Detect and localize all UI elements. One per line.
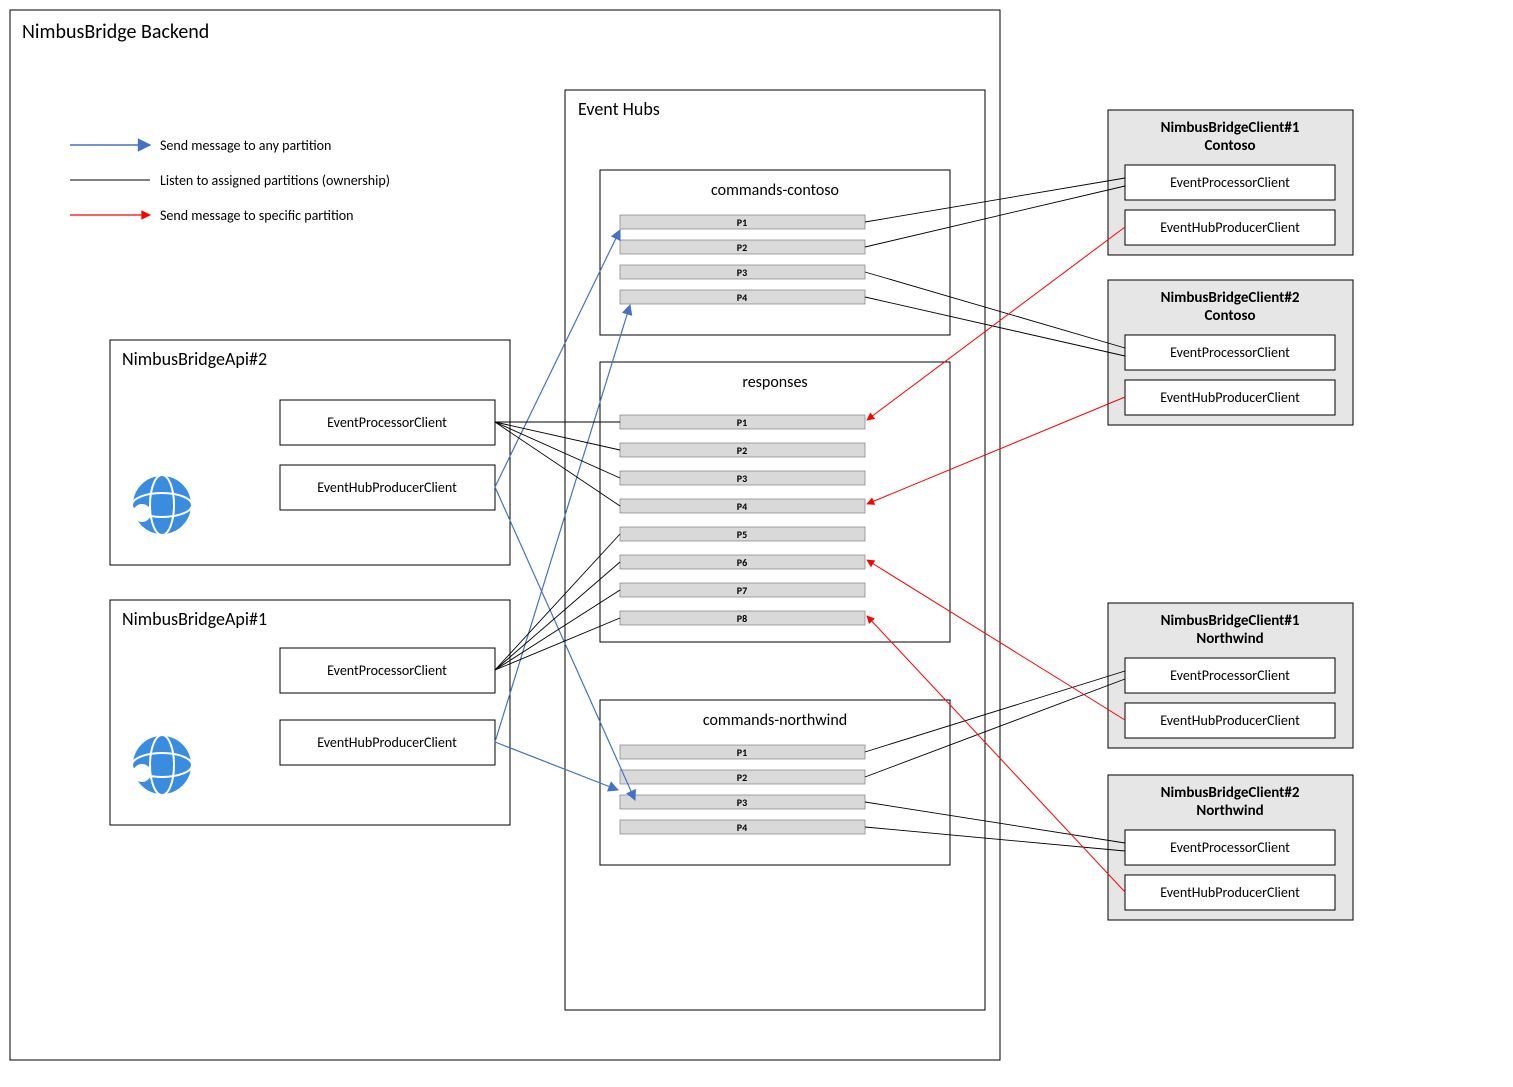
api1-title: NimbusBridgeApi#1 [122,608,267,630]
client1-contoso-title1: NimbusBridgeClient#1 [1161,119,1300,137]
api1-producer-label: EventHubProducerClient [317,734,457,751]
hub-responses: responses P1 P2 P3 P4 P5 P6 P7 P8 [600,362,950,642]
partition-r-p3-label: P3 [737,472,747,485]
line-api2-producer-to-contoso [495,230,620,487]
line-c1c-prod-p1 [867,227,1125,420]
api2-processor-label: EventProcessorClient [327,414,447,431]
line-cn-p3-c2 [865,802,1125,843]
partition-r-p1-label: P1 [737,416,747,429]
client1-northwind-title2: Northwind [1196,630,1263,648]
api1-processor-label: EventProcessorClient [327,662,447,679]
client2-contoso-title2: Contoso [1204,307,1255,325]
client2-contoso-box: NimbusBridgeClient#2 Contoso EventProces… [1108,280,1353,425]
partition-cn-p1-label: P1 [737,746,747,759]
hub-commands-northwind: commands-northwind P1 P2 P3 P4 [600,700,950,865]
client1-contoso-box: NimbusBridgeClient#1 Contoso EventProces… [1108,110,1353,255]
legend-blue-label: Send message to any partition [160,137,331,154]
partition-cc-p2-label: P2 [737,241,747,254]
client2-contoso-title1: NimbusBridgeClient#2 [1161,289,1300,307]
client1-northwind-title1: NimbusBridgeClient#1 [1161,612,1300,630]
client2-northwind-title1: NimbusBridgeClient#2 [1161,784,1300,802]
client1-contoso-processor-label: EventProcessorClient [1170,174,1290,191]
client1-contoso-producer-label: EventHubProducerClient [1160,219,1300,236]
line-cn-p1-c1 [865,671,1125,752]
client1-northwind-box: NimbusBridgeClient#1 Northwind EventProc… [1108,603,1353,748]
line-api2-proc-p4 [495,422,620,506]
partition-cn-p3-label: P3 [737,796,747,809]
client1-contoso-title2: Contoso [1204,137,1255,155]
globe-icon [132,475,192,535]
line-cn-p4-c2 [865,827,1125,851]
partition-cn-p4-label: P4 [737,821,747,834]
partition-r-p6-label: P6 [737,556,747,569]
hub-responses-title: responses [742,373,807,392]
line-api1-producer-to-contoso [495,305,630,742]
backend-title: NimbusBridge Backend [22,20,209,44]
line-api2-proc-p2 [495,422,620,450]
partition-r-p5-label: P5 [737,528,747,541]
partition-cc-p3-label: P3 [737,266,747,279]
api2-box: NimbusBridgeApi#2 EventProcessorClient E… [110,340,510,565]
eventhubs-title: Event Hubs [578,98,660,120]
api2-title: NimbusBridgeApi#2 [122,348,267,370]
line-cc-p4-c2 [865,297,1125,356]
line-cc-p1-c1 [865,178,1125,222]
client2-northwind-producer-label: EventHubProducerClient [1160,884,1300,901]
client1-northwind-producer-label: EventHubProducerClient [1160,712,1300,729]
client2-northwind-processor-label: EventProcessorClient [1170,839,1290,856]
api1-box: NimbusBridgeApi#1 EventProcessorClient E… [110,600,510,825]
client2-contoso-processor-label: EventProcessorClient [1170,344,1290,361]
line-api1-proc-p6 [495,562,620,670]
line-cn-p2-c1 [865,679,1125,777]
line-c1n-prod-p6 [867,560,1125,720]
line-api2-proc-p3 [495,422,620,478]
client2-contoso-producer-label: EventHubProducerClient [1160,389,1300,406]
line-c2c-prod-p4 [867,397,1125,504]
line-cc-p2-c1 [865,186,1125,247]
hub-commands-northwind-title: commands-northwind [703,711,847,730]
client2-northwind-box: NimbusBridgeClient#2 Northwind EventProc… [1108,775,1353,920]
partition-cc-p4-label: P4 [737,291,747,304]
hub-commands-contoso: commands-contoso P1 P2 P3 P4 [600,170,950,335]
partition-cn-p2-label: P2 [737,771,747,784]
legend: Send message to any partition Listen to … [70,137,390,224]
partition-cc-p1-label: P1 [737,216,747,229]
legend-black-label: Listen to assigned partitions (ownership… [160,172,390,189]
partition-r-p8-label: P8 [737,612,747,625]
line-c2n-prod-p8 [867,616,1125,892]
partition-r-p7-label: P7 [737,584,747,597]
line-cc-p3-c2 [865,272,1125,348]
partition-r-p2-label: P2 [737,444,747,457]
legend-red-label: Send message to specific partition [160,207,354,224]
partition-r-p4-label: P4 [737,500,747,513]
hub-commands-contoso-title: commands-contoso [711,181,839,200]
client2-northwind-title2: Northwind [1196,802,1263,820]
api2-producer-label: EventHubProducerClient [317,479,457,496]
globe-icon [132,735,192,795]
client1-northwind-processor-label: EventProcessorClient [1170,667,1290,684]
